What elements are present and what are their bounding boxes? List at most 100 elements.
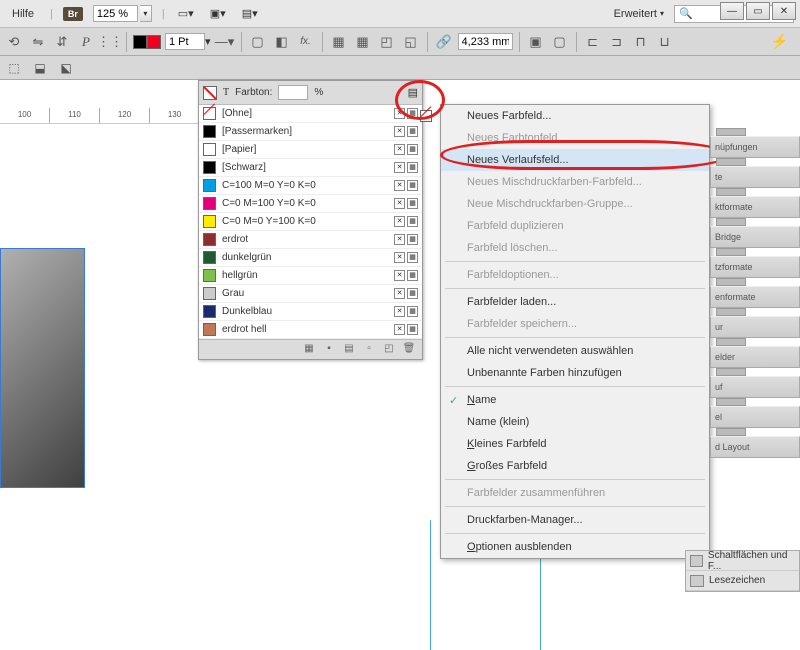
swatch-row[interactable]: [Papier]✕▦ [199, 141, 422, 159]
panel-grip[interactable] [716, 218, 746, 226]
menu-item[interactable]: Unbenannte Farben hinzufügen [441, 362, 709, 384]
drop-shadow-icon[interactable]: ▢ [248, 32, 268, 52]
opacity-icon[interactable]: ◧ [272, 32, 292, 52]
panel-tab[interactable]: ur [710, 316, 800, 338]
maximize-button[interactable]: ▭ [746, 2, 770, 20]
swatch-row[interactable]: erdrot hell✕▦ [199, 321, 422, 339]
panel-grip[interactable] [716, 398, 746, 406]
swatch-row[interactable]: dunkelgrün✕▦ [199, 249, 422, 267]
transform-icon[interactable]: ⟲ [4, 32, 24, 52]
link-icon[interactable]: 🔗 [434, 32, 454, 52]
tint-input[interactable] [278, 85, 308, 100]
swatch-row[interactable]: Dunkelblau✕▦ [199, 303, 422, 321]
swatch-row[interactable]: [Schwarz]✕▦ [199, 159, 422, 177]
arrange-icon[interactable]: ▤▾ [239, 4, 261, 24]
screen-mode-icon[interactable]: ▣▾ [207, 4, 229, 24]
panel-grip[interactable] [716, 338, 746, 346]
swatch-row[interactable]: C=0 M=0 Y=100 K=0✕▦ [199, 213, 422, 231]
minimize-button[interactable]: — [720, 2, 744, 20]
panel-tab[interactable]: tzformate [710, 256, 800, 278]
chevron-down-icon[interactable]: ▾ [205, 35, 211, 48]
corner-icon[interactable]: ◰ [377, 32, 397, 52]
menu-item[interactable]: Name [441, 389, 709, 411]
panel-tab[interactable]: uf [710, 376, 800, 398]
trash-icon[interactable]: 🗑 [402, 343, 416, 357]
workspace-switcher[interactable]: Erweitert ▾ [614, 8, 664, 20]
show-color-icon[interactable]: ▪ [322, 343, 336, 357]
tool-c-icon[interactable]: ⬕ [56, 59, 76, 77]
tool-a-icon[interactable]: ⬚ [4, 59, 24, 77]
swatch-row[interactable]: [Passermarken]✕▦ [199, 123, 422, 141]
view-mode-icon[interactable]: ▭▾ [175, 4, 197, 24]
align-2-icon[interactable]: ⊐ [607, 32, 627, 52]
flip-v-icon[interactable]: ⇵ [52, 32, 72, 52]
menu-item[interactable]: Name (klein) [441, 411, 709, 433]
swatch-row[interactable]: C=0 M=100 Y=0 K=0✕▦ [199, 195, 422, 213]
panel-tab[interactable]: nüpfungen [710, 136, 800, 158]
tool-b-icon[interactable]: ⬓ [30, 59, 50, 77]
zoom-field[interactable]: ▾ [93, 5, 152, 22]
panel-grip[interactable] [716, 368, 746, 376]
flip-h-icon[interactable]: ⇋ [28, 32, 48, 52]
new-swatch-icon[interactable]: ▫ [362, 343, 376, 357]
zoom-input[interactable] [93, 5, 138, 22]
tool-t-icon[interactable]: T [223, 87, 229, 98]
show-gradient-icon[interactable]: ▤ [342, 343, 356, 357]
panel-grip[interactable] [716, 308, 746, 316]
show-all-icon[interactable]: ▦ [302, 343, 316, 357]
panel-grip[interactable] [716, 428, 746, 436]
panel-item[interactable]: Lesezeichen [686, 571, 799, 591]
panel-grip[interactable] [716, 188, 746, 196]
panel-tab[interactable]: te [710, 166, 800, 188]
close-button[interactable]: ✕ [772, 2, 796, 20]
help-menu[interactable]: Hilfe [6, 5, 40, 23]
menu-item[interactable]: Großes Farbfeld [441, 455, 709, 477]
panel-tab[interactable]: d Layout [710, 436, 800, 458]
panel-grip[interactable] [716, 158, 746, 166]
panel-menu-icon[interactable]: ▤ [408, 86, 418, 99]
swatch-row[interactable]: [Ohne]✕▦ [199, 105, 422, 123]
menu-item[interactable]: Alle nicht verwendeten auswählen [441, 340, 709, 362]
swatch-row[interactable]: hellgrün✕▦ [199, 267, 422, 285]
panel-tab[interactable]: ktformate [710, 196, 800, 218]
panel-tab[interactable]: el [710, 406, 800, 428]
character-icon[interactable]: P [76, 32, 96, 52]
swatch-row[interactable]: erdrot✕▦ [199, 231, 422, 249]
align-4-icon[interactable]: ⊔ [655, 32, 675, 52]
stroke-weight-input[interactable] [165, 33, 205, 50]
panel-tab[interactable]: Bridge [710, 226, 800, 248]
fill-stroke-swatch[interactable] [133, 35, 161, 49]
panel-grip[interactable] [716, 278, 746, 286]
panel-item[interactable]: Schaltflächen und F... [686, 551, 799, 571]
bridge-icon[interactable]: Br [63, 7, 83, 21]
stroke-weight-field[interactable]: ▾ [165, 33, 211, 50]
fx-icon[interactable]: fx. [296, 32, 316, 52]
quick-apply-icon[interactable]: ⚡ [771, 33, 788, 50]
fit-content-icon[interactable]: ▣ [526, 32, 546, 52]
distribute-icon[interactable]: ⋮⋮ [100, 32, 120, 52]
selected-gradient-frame[interactable] [0, 248, 85, 488]
swatch-row[interactable]: Grau✕▦ [199, 285, 422, 303]
menu-item[interactable]: Optionen ausblenden [441, 536, 709, 558]
panel-tab[interactable]: enformate [710, 286, 800, 308]
new2-icon[interactable]: ◰ [382, 343, 396, 357]
measure-input[interactable] [458, 33, 513, 50]
fit-frame-icon[interactable]: ▢ [550, 32, 570, 52]
menu-item[interactable]: Neues Verlaufsfeld... [441, 149, 709, 171]
corner2-icon[interactable]: ◱ [401, 32, 421, 52]
stroke-style-icon[interactable]: —▾ [215, 32, 235, 52]
panel-grip[interactable] [716, 248, 746, 256]
swatch-row[interactable]: C=100 M=0 Y=0 K=0✕▦ [199, 177, 422, 195]
text-wrap2-icon[interactable]: ▦ [353, 32, 373, 52]
panel-grip[interactable] [716, 128, 746, 136]
panel-tab[interactable]: elder [710, 346, 800, 368]
text-wrap-icon[interactable]: ▦ [329, 32, 349, 52]
menu-item[interactable]: Druckfarben-Manager... [441, 509, 709, 531]
menu-item[interactable]: Farbfelder laden... [441, 291, 709, 313]
fill-stroke-mini-icon[interactable] [203, 86, 217, 100]
align-1-icon[interactable]: ⊏ [583, 32, 603, 52]
zoom-dropdown-icon[interactable]: ▾ [140, 5, 152, 22]
menu-item[interactable]: Kleines Farbfeld [441, 433, 709, 455]
menu-item[interactable]: Neues Farbfeld... [441, 105, 709, 127]
align-3-icon[interactable]: ⊓ [631, 32, 651, 52]
